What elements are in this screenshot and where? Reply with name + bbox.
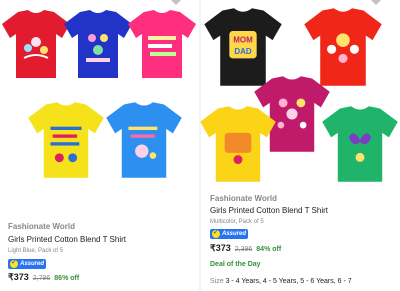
assured-label: Assured (222, 231, 247, 237)
tshirt-yellow (26, 100, 106, 180)
tshirt-blue (62, 8, 134, 80)
product-variant: Light Blue, Pack of 5 (8, 248, 64, 254)
product-card-1[interactable]: Fashionate World Girls Printed Cotton Bl… (0, 0, 200, 291)
assured-badge-icon (212, 228, 220, 238)
assured-label: Assured (20, 261, 45, 267)
product-brand: Fashionate World (8, 222, 75, 231)
price: ₹373 (210, 243, 231, 253)
discount: 84% off (256, 246, 282, 253)
assured-badge: Assured (8, 258, 46, 269)
size-values: 3 - 4 Years, 4 - 5 Years, 5 - 6 Years, 6… (225, 278, 352, 285)
price: ₹373 (8, 272, 29, 282)
price-row: ₹373 2,396 84% off (210, 243, 281, 254)
price-row: ₹373 2,796 86% off (8, 272, 79, 283)
product-image-1[interactable] (0, 0, 200, 190)
mrp: 2,796 (32, 275, 51, 282)
svg-text:MOM: MOM (233, 35, 253, 44)
product-variant: Multicolor, Pack of 5 (210, 219, 264, 225)
tshirt-sky-blue (104, 100, 184, 180)
deal-of-the-day-label: Deal of the Day (210, 261, 261, 268)
product-brand: Fashionate World (210, 194, 277, 203)
discount: 86% off (54, 275, 80, 282)
assured-badge: Assured (210, 228, 248, 239)
tshirt-pink (126, 8, 198, 80)
product-title[interactable]: Girls Printed Cotton Blend T Shirt (210, 206, 328, 215)
size-label: Size (210, 278, 224, 285)
size-options[interactable]: Size 3 - 4 Years, 4 - 5 Years, 5 - 6 Yea… (210, 278, 352, 285)
svg-text:DAD: DAD (234, 47, 252, 56)
mrp: 2,396 (234, 246, 253, 253)
product-image-2[interactable]: MOM DAD (200, 0, 400, 190)
product-card-2[interactable]: MOM DAD Fashionate World Girls Printed C… (200, 0, 400, 291)
assured-badge-icon (10, 258, 18, 268)
tshirt-green (320, 104, 400, 184)
tshirt-yellow (198, 104, 278, 184)
product-title[interactable]: Girls Printed Cotton Blend T Shirt (8, 235, 126, 244)
